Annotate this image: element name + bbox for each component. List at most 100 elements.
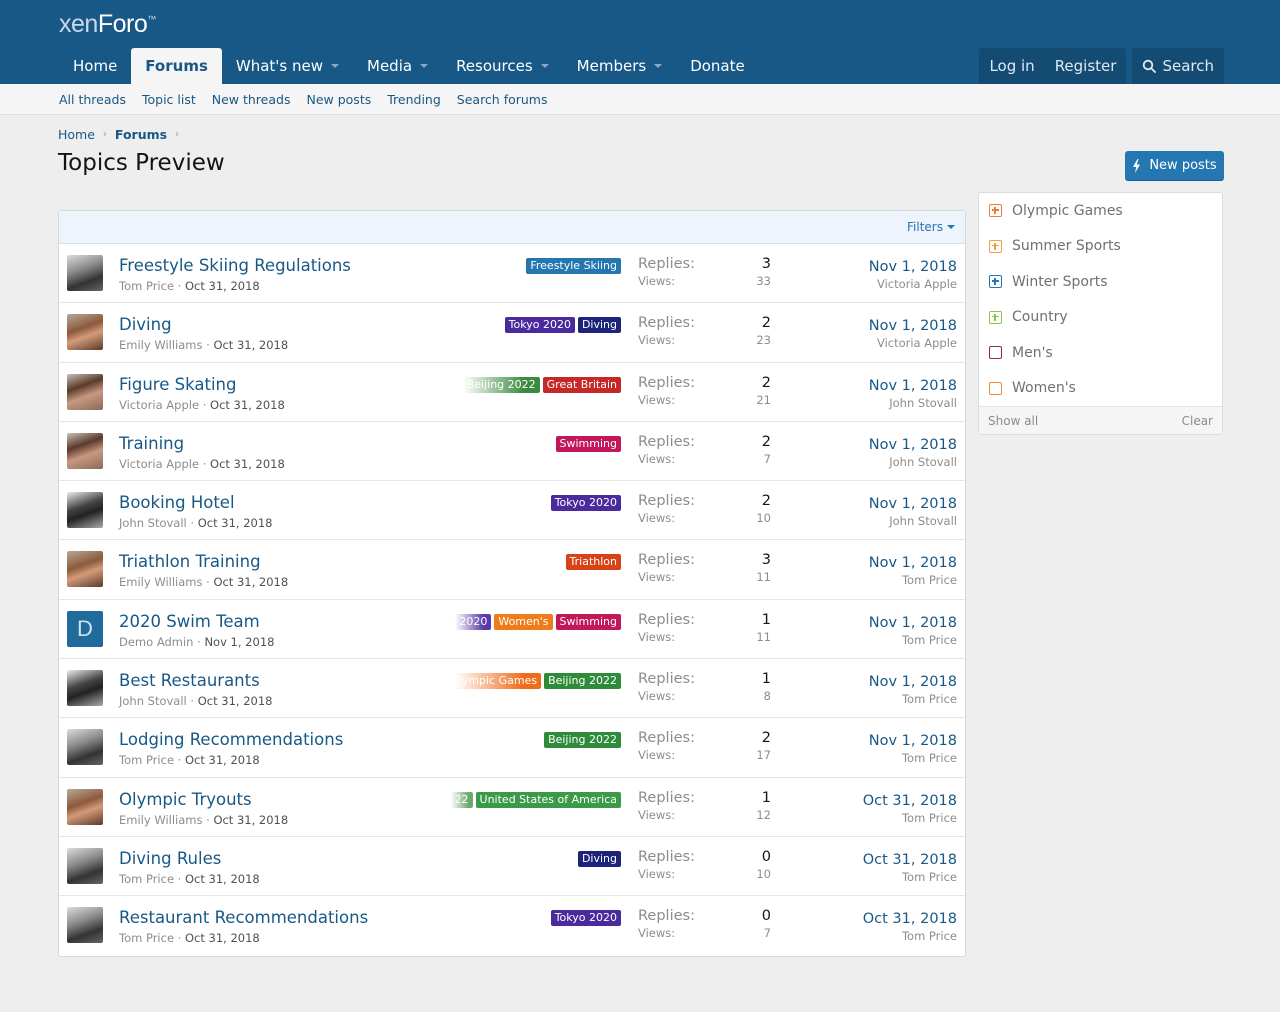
breadcrumb-forums[interactable]: Forums [115, 127, 167, 142]
checkbox-icon[interactable] [989, 346, 1002, 360]
last-post-date[interactable]: Nov 1, 2018 [869, 318, 957, 334]
last-post-date[interactable]: Nov 1, 2018 [869, 437, 957, 453]
thread-title-link[interactable]: Figure Skating [119, 375, 236, 394]
last-post-user[interactable]: Tom Price [863, 929, 957, 943]
last-post-user[interactable]: Tom Price [869, 692, 957, 706]
thread-label[interactable]: Women's [494, 613, 553, 630]
thread-date[interactable]: Oct 31, 2018 [198, 516, 273, 530]
subnav-link-topic-list[interactable]: Topic list [142, 92, 196, 107]
thread-title-link[interactable]: Freestyle Skiing Regulations [119, 256, 351, 275]
last-post-date[interactable]: Nov 1, 2018 [869, 259, 957, 275]
filter-item-country[interactable]: Country [979, 300, 1222, 336]
clear-button[interactable]: Clear [1182, 414, 1213, 428]
last-post-date[interactable]: Nov 1, 2018 [869, 378, 957, 394]
thread-date[interactable]: Oct 31, 2018 [210, 398, 285, 412]
subnav-link-trending[interactable]: Trending [387, 92, 441, 107]
site-logo[interactable]: xenForo™ [59, 10, 156, 39]
expand-checkbox-icon[interactable] [989, 310, 1002, 324]
avatar[interactable] [67, 847, 103, 884]
filter-item-winter-sports[interactable]: Winter Sports [979, 264, 1222, 300]
thread-author[interactable]: Tom Price [119, 279, 174, 293]
thread-title-link[interactable]: Diving [119, 315, 172, 334]
nav-tab-members[interactable]: Members [563, 48, 677, 84]
chevron-down-icon[interactable] [654, 64, 663, 68]
thread-title-link[interactable]: Olympic Tryouts [119, 790, 252, 809]
thread-author[interactable]: Victoria Apple [119, 398, 199, 412]
avatar[interactable] [67, 373, 103, 410]
thread-title-link[interactable]: Training [119, 434, 184, 453]
subnav-link-new-threads[interactable]: New threads [212, 92, 291, 107]
thread-date[interactable]: Oct 31, 2018 [185, 753, 260, 767]
last-post-user[interactable]: Victoria Apple [869, 277, 957, 291]
filters-button[interactable]: Filters [907, 220, 955, 234]
thread-author[interactable]: Victoria Apple [119, 457, 199, 471]
filter-item-women-s[interactable]: Women's [979, 371, 1222, 407]
search-button[interactable]: Search [1132, 48, 1224, 84]
thread-author[interactable]: Emily Williams [119, 338, 202, 352]
thread-label[interactable]: lympic Games [454, 673, 542, 690]
thread-label[interactable]: Tokyo 2020 [550, 495, 621, 512]
thread-title-link[interactable]: Booking Hotel [119, 493, 235, 512]
last-post-date[interactable]: Nov 1, 2018 [869, 615, 957, 631]
last-post-user[interactable]: John Stovall [869, 514, 957, 528]
thread-author[interactable]: Tom Price [119, 931, 174, 945]
thread-label[interactable]: Swimming [555, 613, 621, 630]
thread-date[interactable]: Oct 31, 2018 [198, 694, 273, 708]
thread-label[interactable]: Triathlon [565, 554, 621, 571]
expand-checkbox-icon[interactable] [989, 204, 1002, 218]
last-post-user[interactable]: Tom Price [869, 751, 957, 765]
thread-label[interactable]: Tokyo 2020 [504, 317, 575, 334]
nav-tab-forums[interactable]: Forums [131, 48, 222, 84]
chevron-down-icon[interactable] [331, 64, 339, 68]
thread-author[interactable]: Emily Williams [119, 813, 202, 827]
thread-date[interactable]: Oct 31, 2018 [210, 457, 285, 471]
thread-label[interactable]: United States of America [475, 791, 621, 808]
thread-label[interactable]: Beijing 2022 [544, 732, 621, 749]
expand-checkbox-icon[interactable] [989, 275, 1002, 289]
checkbox-icon[interactable] [989, 381, 1002, 395]
last-post-date[interactable]: Oct 31, 2018 [863, 911, 957, 927]
nav-tab-resources[interactable]: Resources [442, 48, 563, 84]
avatar[interactable] [67, 729, 103, 766]
thread-title-link[interactable]: Restaurant Recommendations [119, 908, 368, 927]
thread-title-link[interactable]: Diving Rules [119, 849, 221, 868]
avatar[interactable] [67, 492, 103, 529]
thread-date[interactable]: Oct 31, 2018 [213, 813, 288, 827]
last-post-date[interactable]: Nov 1, 2018 [869, 555, 957, 571]
avatar[interactable] [67, 907, 103, 944]
thread-label[interactable]: Beijing 2022 [544, 673, 621, 690]
avatar[interactable] [67, 788, 103, 825]
last-post-user[interactable]: Tom Price [869, 633, 957, 647]
thread-author[interactable]: Tom Price [119, 753, 174, 767]
last-post-user[interactable]: Tom Price [869, 573, 957, 587]
thread-title-link[interactable]: Triathlon Training [119, 552, 261, 571]
last-post-date[interactable]: Nov 1, 2018 [869, 674, 957, 690]
last-post-date[interactable]: Oct 31, 2018 [863, 793, 957, 809]
filter-item-olympic-games[interactable]: Olympic Games [979, 193, 1222, 229]
subnav-link-new-posts[interactable]: New posts [306, 92, 371, 107]
register-button[interactable]: Register [1045, 48, 1127, 84]
thread-label[interactable]: 2020 [455, 613, 492, 630]
chevron-down-icon[interactable] [420, 64, 429, 68]
thread-title-link[interactable]: Best Restaurants [119, 671, 260, 690]
thread-label[interactable]: 22 [450, 791, 473, 808]
thread-date[interactable]: Oct 31, 2018 [185, 279, 260, 293]
thread-author[interactable]: Emily Williams [119, 575, 202, 589]
thread-date[interactable]: Oct 31, 2018 [213, 575, 288, 589]
last-post-user[interactable]: Tom Price [863, 870, 957, 884]
avatar[interactable] [67, 432, 103, 469]
last-post-date[interactable]: Oct 31, 2018 [863, 852, 957, 868]
filter-item-men-s[interactable]: Men's [979, 335, 1222, 371]
avatar[interactable] [67, 314, 103, 351]
thread-date[interactable]: Oct 31, 2018 [185, 931, 260, 945]
last-post-user[interactable]: Tom Price [863, 811, 957, 825]
expand-checkbox-icon[interactable] [989, 239, 1002, 253]
avatar[interactable] [67, 670, 103, 707]
thread-date[interactable]: Oct 31, 2018 [185, 872, 260, 886]
thread-author[interactable]: John Stovall [119, 694, 187, 708]
last-post-user[interactable]: John Stovall [869, 396, 957, 410]
thread-author[interactable]: John Stovall [119, 516, 187, 530]
new-posts-button[interactable]: New posts [1125, 151, 1224, 181]
thread-label[interactable]: Great Britain [542, 376, 621, 393]
last-post-date[interactable]: Nov 1, 2018 [869, 733, 957, 749]
